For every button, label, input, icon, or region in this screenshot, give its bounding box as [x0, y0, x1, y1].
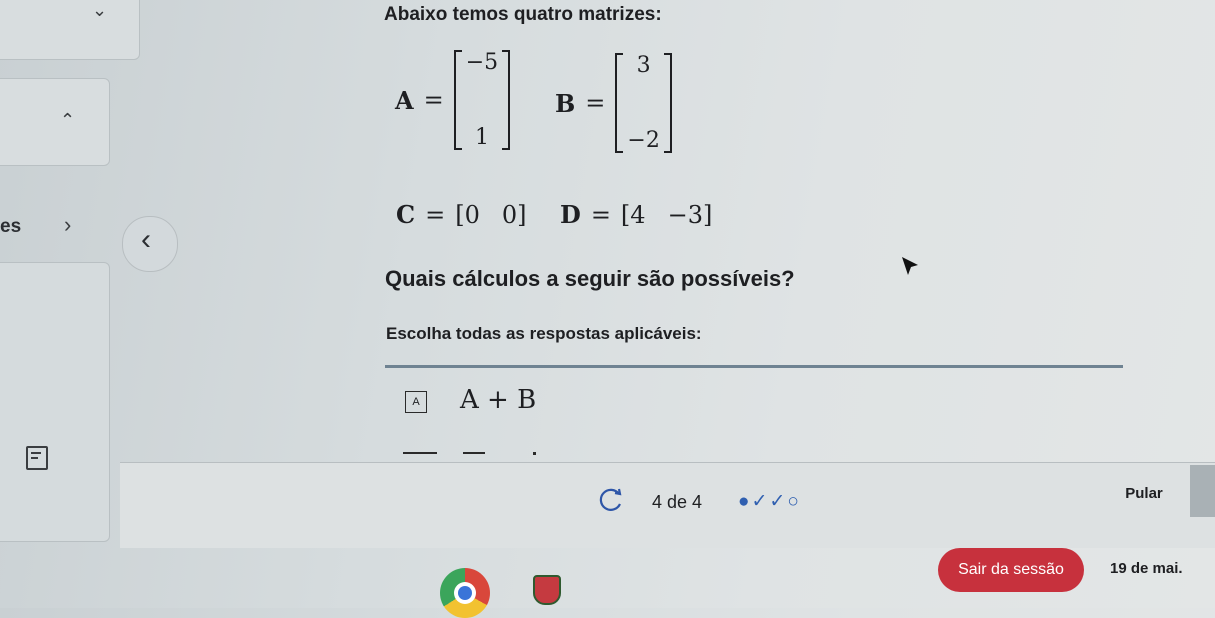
- matrix-a-column: −5 1: [453, 50, 511, 150]
- sidebar-item[interactable]: es ›: [0, 212, 110, 242]
- matrix-c-label: C: [396, 200, 416, 229]
- matrix-b-top: 3: [636, 53, 651, 78]
- option-checkbox[interactable]: A: [405, 391, 427, 413]
- matrix-b: B = 3 −2: [555, 53, 673, 153]
- matrix-a-bottom: 1: [474, 125, 489, 150]
- matrix-b-column: 3 −2: [615, 53, 673, 153]
- matrix-c-v2: 0: [501, 200, 518, 229]
- sidebar-item-label: es: [0, 216, 22, 237]
- matrix-b-equals: =: [585, 89, 606, 117]
- mouse-cursor-icon: [902, 257, 918, 275]
- answer-option-a[interactable]: A A + B: [405, 384, 605, 418]
- progress-text: 4 de 4: [652, 492, 703, 512]
- skip-button[interactable]: Pular: [1104, 474, 1184, 514]
- matrix-a-equals: =: [423, 86, 444, 114]
- matrix-d-v1: 4: [630, 200, 646, 229]
- notes-icon[interactable]: [26, 446, 48, 470]
- chevron-up-icon[interactable]: ⌃: [60, 110, 75, 131]
- question-text: Quais cálculos a seguir são possíveis?: [385, 266, 795, 291]
- matrix-c-close: ]: [517, 200, 527, 229]
- matrix-a-top: −5: [465, 50, 499, 75]
- matrix-d-open: [: [620, 200, 631, 229]
- left-panel-top: [0, 0, 140, 60]
- matrix-a: A = −5 1: [395, 50, 511, 150]
- answer-option-partial[interactable]: [403, 452, 553, 462]
- exit-session-button[interactable]: Sair da sessão: [938, 548, 1084, 592]
- chrome-icon[interactable]: [440, 568, 490, 618]
- matrix-c-equals: =: [425, 200, 446, 229]
- crest-icon[interactable]: [533, 575, 561, 605]
- matrix-b-bottom: −2: [627, 128, 660, 153]
- chevron-down-icon[interactable]: ⌄: [92, 0, 107, 21]
- matrix-d-label: D: [560, 200, 581, 229]
- divider: [385, 365, 1123, 368]
- collapse-sidebar-button[interactable]: ‹: [122, 216, 178, 272]
- left-panel-lower: [0, 262, 110, 542]
- matrix-d-v2: −3: [667, 200, 703, 229]
- matrix-d-equals: =: [590, 200, 611, 229]
- instruction-text: Escolha todas as respostas aplicáveis:: [386, 324, 702, 343]
- refresh-icon[interactable]: [595, 486, 625, 516]
- matrix-c-open: [: [455, 200, 465, 229]
- progress-indicator: ●✓✓○: [738, 491, 801, 512]
- chevron-left-icon: ‹: [141, 223, 151, 256]
- matrix-a-label: A: [395, 85, 414, 115]
- date-text: 19 de mai.: [1110, 560, 1183, 577]
- intro-text: Abaixo temos quatro matrizes:: [384, 4, 662, 25]
- option-expression: A + B: [460, 385, 537, 415]
- chevron-right-icon: ›: [64, 212, 72, 237]
- matrix-d-close: ]: [702, 200, 713, 229]
- left-panel-middle: [0, 78, 110, 166]
- matrix-d: D = [ 4 −3 ]: [560, 200, 712, 229]
- matrix-b-label: B: [555, 88, 576, 118]
- matrix-c-v1: 0: [464, 200, 480, 229]
- next-button[interactable]: [1190, 465, 1215, 517]
- matrix-c: C = [ 0 0 ]: [396, 200, 527, 229]
